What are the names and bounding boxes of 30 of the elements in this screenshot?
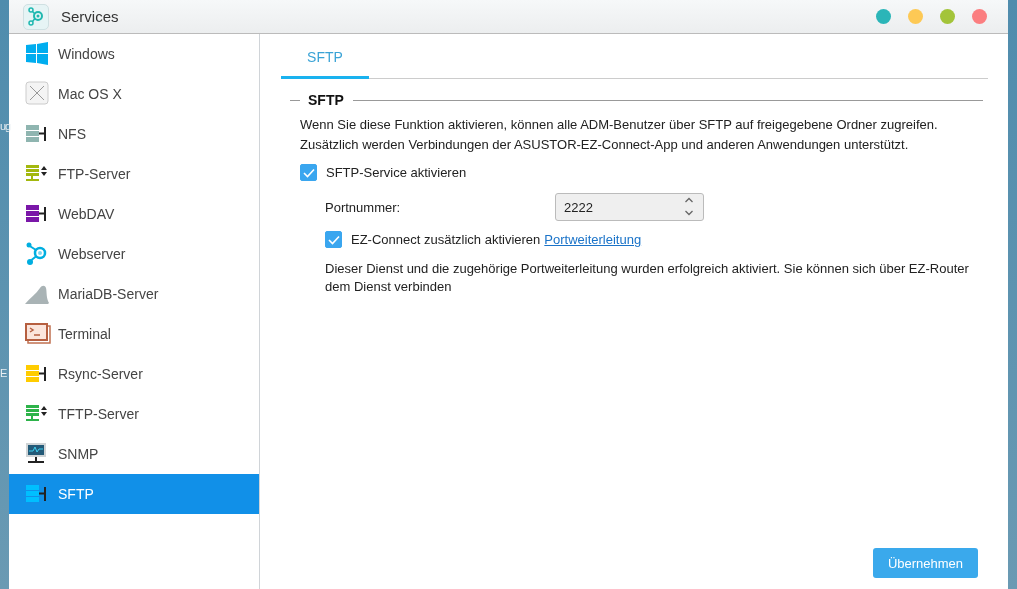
- window-title: Services: [61, 8, 120, 25]
- sidebar-item[interactable]: FTP-Server: [9, 154, 259, 194]
- x-icon: [24, 80, 52, 108]
- desktop-label: E: [0, 368, 7, 379]
- window-control[interactable]: [972, 9, 987, 24]
- sidebar-item[interactable]: Terminal: [9, 314, 259, 354]
- description-text: Wenn Sie diese Funktion aktivieren, können alle ADM-Benutzer über SFTP auf freigegebene Ordner zugreifen. Zusätzlich werden Verbindungen der ASUSTOR-EZ-Connect-App und anderen Anwendungen unterstützt.: [300, 116, 939, 154]
- window-control[interactable]: [940, 9, 955, 24]
- checkbox-label: EZ-Connect zusätzlich aktivieren: [351, 232, 541, 247]
- app-icon: [23, 3, 49, 30]
- sidebar-item[interactable]: MariaDB-Server: [9, 274, 259, 314]
- sidebar-item[interactable]: Windows: [9, 34, 259, 74]
- sidebar-item[interactable]: Rsync-Server: [9, 354, 259, 394]
- checkbox-label: SFTP-Service aktivieren: [326, 165, 467, 180]
- sidebar-item[interactable]: Webserver: [9, 234, 259, 274]
- spinner-arrows-icon[interactable]: [684, 196, 694, 218]
- sidebar-item[interactable]: WebDAV: [9, 194, 259, 234]
- checkbox[interactable]: [300, 164, 317, 181]
- sidebar-item[interactable]: SNMP: [9, 434, 259, 474]
- window-control[interactable]: [876, 9, 891, 24]
- sidebar-item[interactable]: Mac OS X: [9, 74, 259, 114]
- checkbox[interactable]: [325, 231, 342, 248]
- sidebar-item[interactable]: NFS: [9, 114, 259, 154]
- port-forwarding-link[interactable]: Portweiterleitung: [544, 232, 642, 247]
- port-label: Portnummer:: [325, 199, 402, 215]
- port-field[interactable]: 2222: [555, 193, 704, 221]
- window-control[interactable]: [908, 9, 923, 24]
- status-message: Dieser Dienst und die zugehörige Portweiterleitung wurden erfolgreich aktiviert. Sie können sich über EZ-Router dem Dienst verbinden: [325, 260, 970, 296]
- sidebar-item[interactable]: TFTP-Server: [9, 394, 259, 434]
- section-title: SFTP: [308, 92, 344, 108]
